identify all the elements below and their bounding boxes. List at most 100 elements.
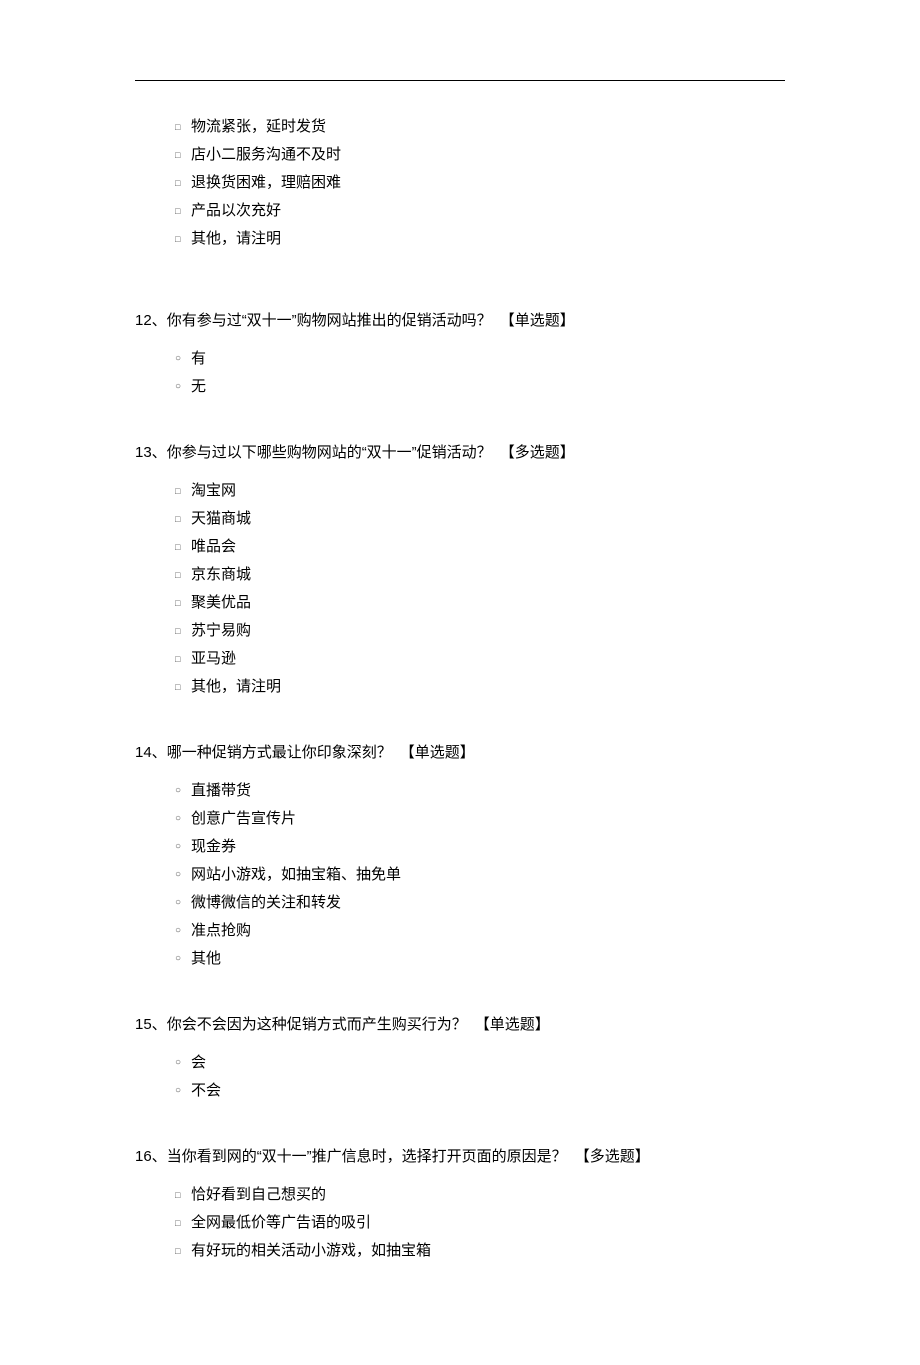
option-label: 现金券 (191, 833, 236, 861)
option-item: ○不会 (175, 1077, 785, 1105)
checkbox-icon: □ (175, 645, 191, 673)
residual-options-group: □ 物流紧张，延时发货 □ 店小二服务沟通不及时 □ 退换货困难，理赔困难 □ … (135, 113, 785, 253)
question-14: 14、哪一种促销方式最让你印象深刻？【单选题】 ○直播带货 ○创意广告宣传片 ○… (135, 741, 785, 973)
radio-icon: ○ (175, 777, 191, 805)
option-label: 无 (191, 373, 206, 401)
question-title: 16、当你看到网的“双十一”推广信息时，选择打开页面的原因是？ 【多选题】 (135, 1145, 785, 1169)
option-item: □ 物流紧张，延时发货 (175, 113, 785, 141)
option-item: □ 店小二服务沟通不及时 (175, 141, 785, 169)
radio-icon: ○ (175, 917, 191, 945)
question-tag: 【多选题】 (500, 444, 575, 461)
option-item: □有好玩的相关活动小游戏，如抽宝箱 (175, 1237, 785, 1265)
checkbox-icon: □ (175, 589, 191, 617)
question-number: 14、 (135, 744, 167, 761)
option-item: ○网站小游戏，如抽宝箱、抽免单 (175, 861, 785, 889)
option-item: ○直播带货 (175, 777, 785, 805)
option-item: □苏宁易购 (175, 617, 785, 645)
option-label: 聚美优品 (191, 589, 251, 617)
option-item: □恰好看到自己想买的 (175, 1181, 785, 1209)
option-item: □ 产品以次充好 (175, 197, 785, 225)
radio-icon: ○ (175, 373, 191, 401)
checkbox-icon: □ (175, 197, 191, 225)
option-label: 不会 (191, 1077, 221, 1105)
option-item: □亚马逊 (175, 645, 785, 673)
question-text: 哪一种促销方式最让你印象深刻？ (167, 744, 392, 761)
radio-icon: ○ (175, 861, 191, 889)
option-item: ○ 有 (175, 345, 785, 373)
option-item: ○其他 (175, 945, 785, 973)
option-label: 苏宁易购 (191, 617, 251, 645)
option-label: 物流紧张，延时发货 (191, 113, 326, 141)
radio-icon: ○ (175, 345, 191, 373)
option-label: 亚马逊 (191, 645, 236, 673)
option-label: 网站小游戏，如抽宝箱、抽免单 (191, 861, 401, 889)
question-number: 16、 (135, 1148, 167, 1165)
checkbox-icon: □ (175, 505, 191, 533)
option-label: 全网最低价等广告语的吸引 (191, 1209, 371, 1237)
checkbox-icon: □ (175, 225, 191, 253)
option-item: ○准点抢购 (175, 917, 785, 945)
checkbox-icon: □ (175, 113, 191, 141)
question-12: 12、你有参与过“双十一”购物网站推出的促销活动吗？ 【单选题】 ○ 有 ○ 无 (135, 309, 785, 401)
checkbox-icon: □ (175, 169, 191, 197)
option-item: ○现金券 (175, 833, 785, 861)
option-item: □京东商城 (175, 561, 785, 589)
option-item: □ 其他，请注明 (175, 225, 785, 253)
option-label: 其他，请注明 (191, 225, 281, 253)
option-label: 恰好看到自己想买的 (191, 1181, 326, 1209)
option-item: □其他，请注明 (175, 673, 785, 701)
question-number: 12、 (135, 312, 167, 329)
question-tag: 【单选题】 (500, 312, 575, 329)
option-item: □ 退换货困难，理赔困难 (175, 169, 785, 197)
option-label: 直播带货 (191, 777, 251, 805)
radio-icon: ○ (175, 945, 191, 973)
header-rule (135, 80, 785, 81)
option-label: 其他 (191, 945, 221, 973)
option-label: 京东商城 (191, 561, 251, 589)
question-title: 13、你参与过以下哪些购物网站的“双十一”促销活动？ 【多选题】 (135, 441, 785, 465)
question-13: 13、你参与过以下哪些购物网站的“双十一”促销活动？【多选题】 □淘宝网 □天猫… (135, 441, 785, 701)
checkbox-icon: □ (175, 617, 191, 645)
option-label: 天猫商城 (191, 505, 251, 533)
question-text: 你有参与过“双十一”购物网站推出的促销活动吗？ (167, 312, 492, 329)
checkbox-icon: □ (175, 477, 191, 505)
document-page: □ 物流紧张，延时发货 □ 店小二服务沟通不及时 □ 退换货困难，理赔困难 □ … (0, 0, 920, 1365)
radio-icon: ○ (175, 833, 191, 861)
checkbox-icon: □ (175, 141, 191, 169)
checkbox-icon: □ (175, 533, 191, 561)
option-item: ○ 无 (175, 373, 785, 401)
option-label: 退换货困难，理赔困难 (191, 169, 341, 197)
question-number: 13、 (135, 444, 167, 461)
option-item: □淘宝网 (175, 477, 785, 505)
checkbox-icon: □ (175, 1237, 191, 1265)
question-number: 15、 (135, 1016, 167, 1033)
option-label: 其他，请注明 (191, 673, 281, 701)
option-label: 会 (191, 1049, 206, 1077)
checkbox-icon: □ (175, 561, 191, 589)
question-16: 16、当你看到网的“双十一”推广信息时，选择打开页面的原因是？ 【多选题】 □恰好… (135, 1145, 785, 1265)
option-label: 淘宝网 (191, 477, 236, 505)
question-tag: 【单选题】 (475, 1016, 550, 1033)
option-item: □全网最低价等广告语的吸引 (175, 1209, 785, 1237)
option-label: 微博微信的关注和转发 (191, 889, 341, 917)
option-label: 唯品会 (191, 533, 236, 561)
radio-icon: ○ (175, 889, 191, 917)
radio-icon: ○ (175, 1077, 191, 1105)
checkbox-icon: □ (175, 1209, 191, 1237)
question-title: 15、你会不会因为这种促销方式而产生购买行为？ 【单选题】 (135, 1013, 785, 1037)
option-label: 准点抢购 (191, 917, 251, 945)
option-item: □天猫商城 (175, 505, 785, 533)
option-label: 有好玩的相关活动小游戏，如抽宝箱 (191, 1237, 431, 1265)
option-label: 有 (191, 345, 206, 373)
question-text: 你参与过以下哪些购物网站的“双十一”促销活动？ (167, 444, 492, 461)
question-tag: 【单选题】 (400, 744, 475, 761)
checkbox-icon: □ (175, 1181, 191, 1209)
question-tag: 【多选题】 (575, 1148, 650, 1165)
option-item: □聚美优品 (175, 589, 785, 617)
option-label: 店小二服务沟通不及时 (191, 141, 341, 169)
question-text: 当你看到网的“双十一”推广信息时，选择打开页面的原因是？ (167, 1148, 567, 1165)
option-label: 创意广告宣传片 (191, 805, 296, 833)
option-item: ○会 (175, 1049, 785, 1077)
question-title: 14、哪一种促销方式最让你印象深刻？ 【单选题】 (135, 741, 785, 765)
question-text: 你会不会因为这种促销方式而产生购买行为？ (167, 1016, 467, 1033)
